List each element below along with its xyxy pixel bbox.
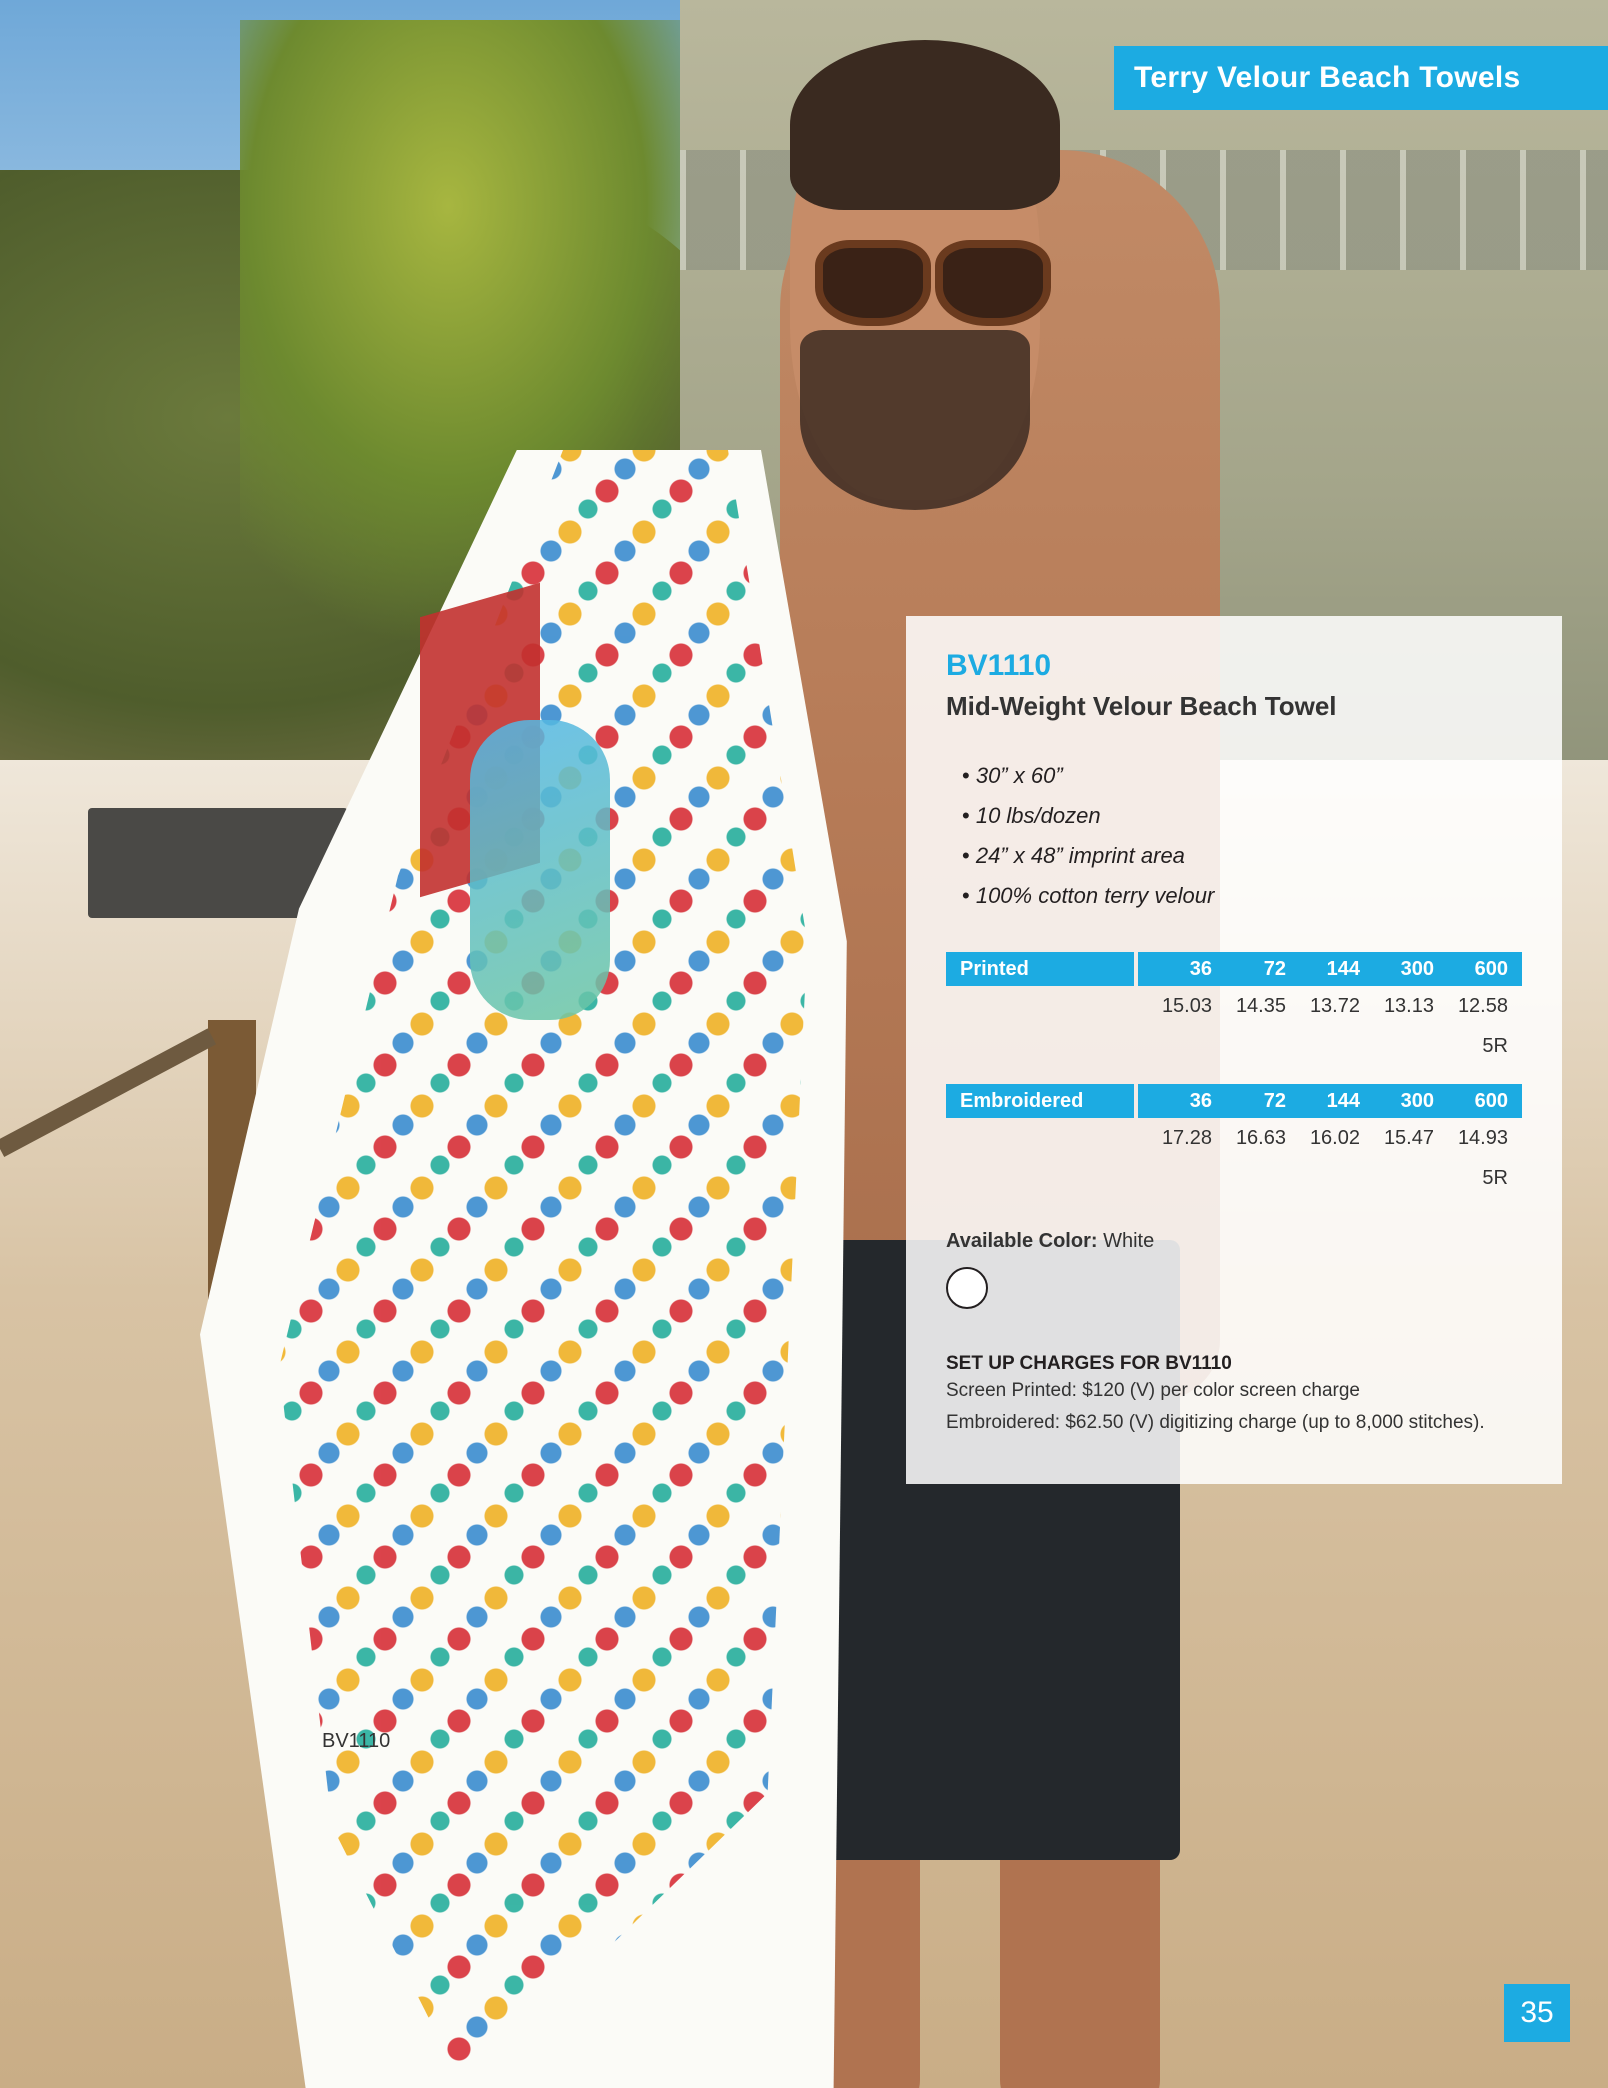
- quantity-header: 300: [1400, 958, 1434, 980]
- price-cell: 13.13: [1383, 995, 1434, 1017]
- color-swatch-white: [946, 1267, 988, 1309]
- price-table-label: Printed: [946, 952, 1134, 986]
- product-info-panel: BV1110 Mid-Weight Velour Beach Towel 30”…: [906, 616, 1562, 1484]
- price-cell: 15.03: [1161, 995, 1212, 1017]
- price-code: 5R: [1482, 1167, 1508, 1189]
- quantity-header: 72: [1263, 958, 1286, 980]
- price-table-label: Embroidered: [946, 1084, 1134, 1118]
- setup-charge-line: Screen Printed: $120 (V) per color scree…: [946, 1380, 1360, 1401]
- available-color: Available Color: White: [946, 1230, 1522, 1253]
- price-cell: 16.63: [1235, 1127, 1286, 1149]
- setup-charge-line: Embroidered: $62.50 (V) digitizing charg…: [946, 1412, 1485, 1433]
- quantity-header: 600: [1474, 1090, 1508, 1112]
- photo-model-hair: [790, 40, 1060, 210]
- quantity-header: 144: [1326, 958, 1360, 980]
- page-number: 35: [1504, 1984, 1570, 2042]
- product-name: Mid-Weight Velour Beach Towel: [946, 691, 1337, 721]
- setup-charges-title: SET UP CHARGES FOR BV1110: [946, 1353, 1232, 1374]
- quantity-header: 600: [1474, 958, 1508, 980]
- price-cell: 14.35: [1235, 995, 1286, 1017]
- spec-item: 24” x 48” imprint area: [962, 836, 1522, 876]
- spec-item: 10 lbs/dozen: [962, 796, 1522, 836]
- quantity-header: 72: [1263, 1090, 1286, 1112]
- available-color-value: White: [1103, 1230, 1155, 1252]
- price-cell: 13.72: [1309, 995, 1360, 1017]
- section-title: Terry Velour Beach Towels: [1134, 61, 1521, 94]
- price-code: 5R: [1482, 1035, 1508, 1057]
- available-color-label: Available Color:: [946, 1230, 1098, 1252]
- quantity-headers: 36 72 144 300 600: [1138, 1084, 1522, 1118]
- price-cell: 14.93: [1457, 1127, 1508, 1149]
- photo-sunglasses: [815, 240, 1051, 326]
- embroidered-price-table: Embroidered 36 72 144 300 600 17.28 16.6…: [946, 1084, 1522, 1192]
- price-row: 15.03 14.35 13.72 13.13 12.58: [946, 992, 1522, 1020]
- price-row: 17.28 16.63 16.02 15.47 14.93: [946, 1124, 1522, 1152]
- quantity-headers: 36 72 144 300 600: [1138, 952, 1522, 986]
- price-table-header: Embroidered 36 72 144 300 600: [946, 1084, 1522, 1118]
- quantity-header: 144: [1326, 1090, 1360, 1112]
- price-cell: 12.58: [1457, 995, 1508, 1017]
- price-table-header: Printed 36 72 144 300 600: [946, 952, 1522, 986]
- quantity-header: 36: [1189, 958, 1212, 980]
- photo-towel-logo-blue: [470, 720, 610, 1020]
- product-sku: BV1110: [946, 649, 1052, 682]
- price-cell: 17.28: [1161, 1127, 1212, 1149]
- printed-price-table: Printed 36 72 144 300 600 15.03 14.35 13…: [946, 952, 1522, 1060]
- section-header-banner: Terry Velour Beach Towels: [1114, 46, 1608, 110]
- price-cell: 16.02: [1309, 1127, 1360, 1149]
- quantity-header: 36: [1189, 1090, 1212, 1112]
- spec-list: 30” x 60” 10 lbs/dozen 24” x 48” imprint…: [946, 756, 1522, 916]
- photo-caption: BV1110: [322, 1730, 391, 1752]
- quantity-header: 300: [1400, 1090, 1434, 1112]
- price-cell: 15.47: [1383, 1127, 1434, 1149]
- spec-item: 100% cotton terry velour: [962, 876, 1522, 916]
- photo-model-beard: [800, 330, 1030, 510]
- spec-item: 30” x 60”: [962, 756, 1522, 796]
